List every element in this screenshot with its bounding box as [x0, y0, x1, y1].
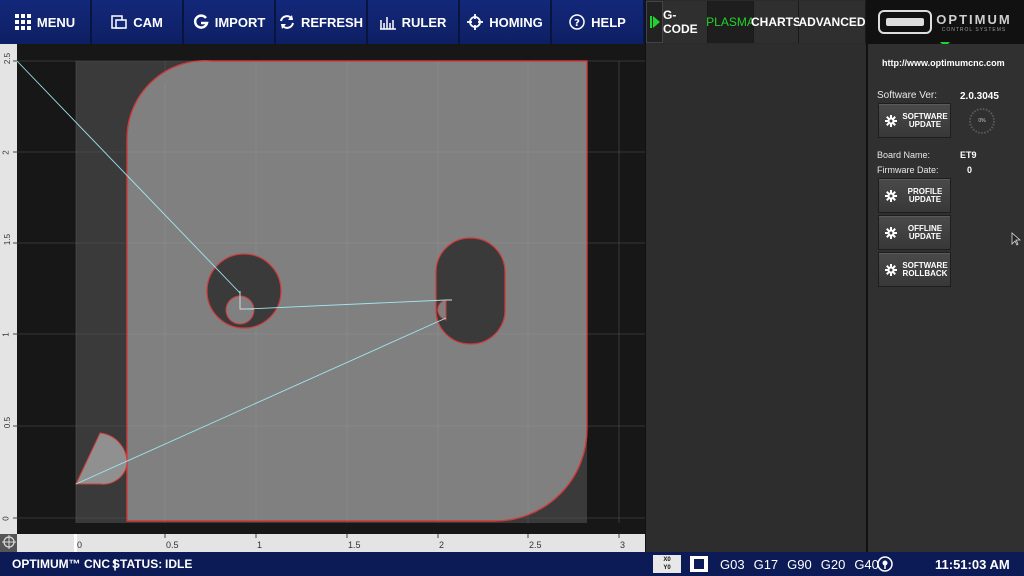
tab-gcode[interactable]: G-CODE [663, 1, 708, 43]
software-ver-label: Software Ver: [877, 90, 938, 101]
tab-bar: G-CODE PLASMA CHARTS ADVANCED [645, 0, 866, 44]
website-link[interactable]: http://www.optimumcnc.com [882, 58, 1005, 68]
svg-text:?: ? [574, 18, 580, 29]
refresh-label: REFRESH [300, 14, 364, 30]
refresh-icon [279, 14, 295, 30]
gcode-mode: G20 [820, 556, 846, 572]
y-tick: 1.5 [3, 233, 13, 246]
help-button[interactable]: ? HELP [552, 0, 645, 44]
tab-advanced[interactable]: ADVANCED [798, 1, 866, 43]
clock: 11:51:03 AM [935, 556, 1010, 572]
zero-xy-button[interactable]: X0 Y0 [653, 555, 681, 573]
y-tick: 1 [1, 332, 11, 337]
x-tick: 1 [257, 540, 263, 550]
board-name-value: ET9 [960, 150, 977, 160]
probe-icon[interactable] [876, 555, 894, 576]
cam-button[interactable]: CAM [92, 0, 184, 44]
logo-mark-icon [878, 10, 933, 34]
homing-button[interactable]: HOMING [460, 0, 552, 44]
homing-label: HOMING [489, 14, 543, 30]
info-panel: http://www.optimumcnc.com Software Ver: … [866, 44, 1024, 552]
x-tick: 3 [620, 540, 626, 550]
xy-top-label: X0 [663, 557, 671, 563]
x-tick: 1.5 [348, 540, 361, 550]
profile-update-label: PROFILE UPDATE [907, 186, 943, 204]
grid-icon [14, 14, 31, 30]
software-rollback-button[interactable]: SOFTWARE ROLLBACK [878, 252, 951, 287]
cam-icon [111, 14, 127, 30]
x-ruler [0, 534, 645, 552]
ruler-icon [379, 14, 396, 30]
status-bar: OPTIMUM™ CNC | STATUS: IDLE X0 Y0 G03 G1… [0, 552, 1024, 576]
modal-codes: G03 G17 G90 G20 G40 [720, 557, 879, 572]
import-button[interactable]: IMPORT [184, 0, 276, 44]
offline-update-label: OFFLINE UPDATE [907, 223, 943, 241]
slot-hole [435, 237, 506, 345]
stop-icon [694, 559, 704, 569]
menu-button[interactable]: MENU [0, 0, 92, 44]
stop-button[interactable] [690, 556, 708, 572]
brand-logo: OPTIMUM CONTROL SYSTEMS [866, 0, 1024, 44]
ruler-label: RULER [401, 14, 447, 30]
status-label: STATUS: [112, 557, 163, 571]
board-name-label: Board Name: [877, 150, 931, 160]
menu-label: MENU [36, 14, 76, 30]
software-ver-value: 2.0.3045 [960, 91, 999, 102]
tab-plasma[interactable]: PLASMA [706, 1, 755, 43]
gcode-mode: G90 [787, 556, 812, 572]
firmware-date-value: 0 [967, 165, 973, 175]
progress-text: 0% [978, 118, 986, 124]
import-icon [193, 14, 209, 30]
software-update-button[interactable]: SOFTWARE UPDATE [878, 103, 951, 138]
logo-text: OPTIMUM [936, 11, 1012, 27]
gear-icon [882, 189, 900, 202]
gear-icon [882, 263, 900, 276]
crosshair-icon [467, 14, 484, 30]
toolpath-canvas[interactable]: 2.5 2 1.5 1 0.5 0 0 0.5 1 1.5 2 2.5 3 [0, 44, 645, 552]
progress-ring: 0% [968, 107, 996, 135]
xy-bottom-label: Y0 [663, 565, 671, 571]
y-tick: 2.5 [3, 52, 13, 65]
tab-charts[interactable]: CHARTS [751, 1, 801, 43]
software-rollback-label: SOFTWARE ROLLBACK [902, 260, 948, 278]
help-label: HELP [591, 14, 626, 30]
x-tick: 2.5 [529, 540, 542, 550]
gcode-mode: G17 [753, 556, 779, 572]
status-value: IDLE [165, 557, 193, 571]
firmware-date-label: Firmware Date: [877, 165, 939, 175]
offline-update-button[interactable]: OFFLINE UPDATE [878, 215, 951, 250]
mouse-cursor-icon [1011, 232, 1022, 251]
plasma-panel [645, 44, 866, 552]
ruler-button[interactable]: RULER [368, 0, 460, 44]
part-outline [126, 60, 588, 522]
y-tick: 2 [1, 150, 11, 155]
x-tick: 2 [439, 540, 445, 550]
play-icon[interactable] [646, 1, 663, 43]
gear-icon [882, 226, 900, 239]
y-ruler [0, 44, 17, 534]
x-tick: 0 [77, 540, 83, 550]
refresh-button[interactable]: REFRESH [276, 0, 368, 44]
cam-label: CAM [133, 14, 163, 30]
software-update-label: SOFTWARE UPDATE [902, 111, 948, 129]
main-toolbar: MENU CAM IMPORT REFRESH RULER HOMING ? H… [0, 0, 645, 44]
y-tick: 0 [1, 516, 11, 521]
x-tick: 0.5 [166, 540, 179, 550]
logo-subtext: CONTROL SYSTEMS [941, 26, 1007, 33]
profile-update-button[interactable]: PROFILE UPDATE [878, 178, 951, 213]
help-icon: ? [569, 14, 585, 30]
y-tick: 0.5 [3, 416, 13, 429]
brand-label: OPTIMUM™ CNC | [12, 557, 117, 571]
gcode-mode: G03 [720, 556, 745, 572]
import-label: IMPORT [214, 14, 266, 30]
gear-icon [882, 114, 900, 127]
